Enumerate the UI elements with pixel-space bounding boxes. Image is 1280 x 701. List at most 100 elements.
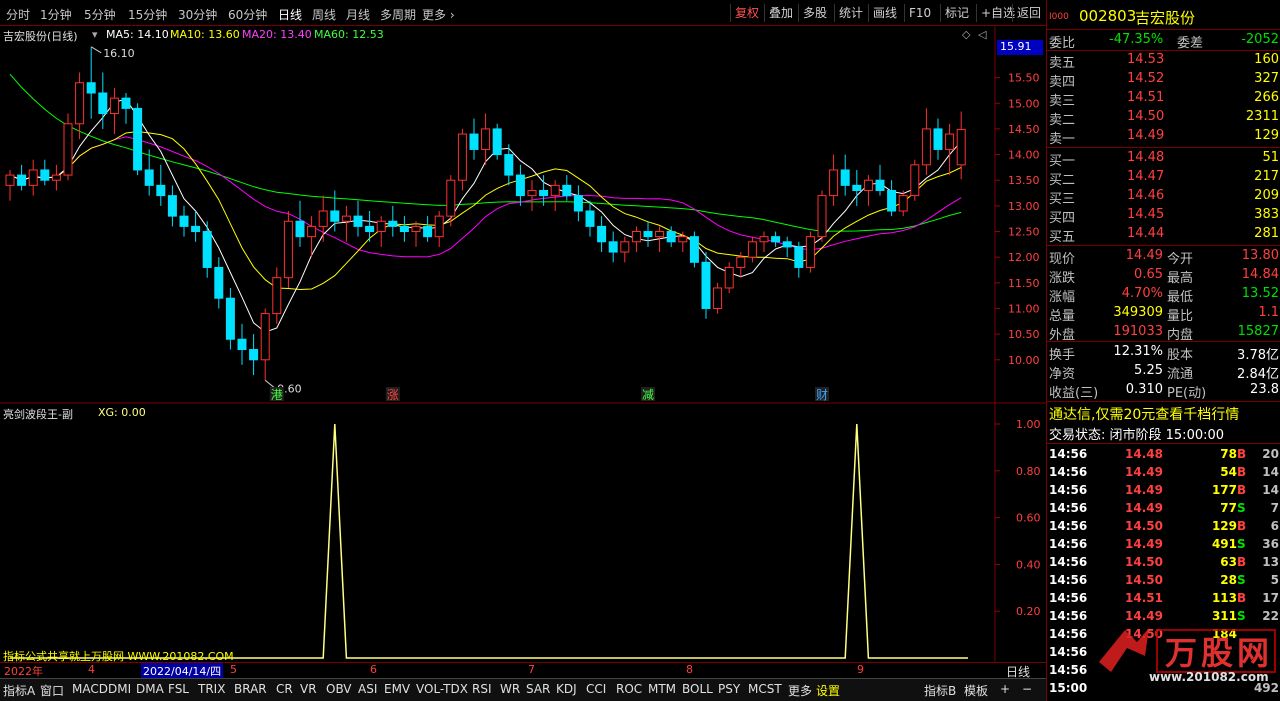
indicator-tab-brar[interactable]: BRAR bbox=[234, 682, 267, 696]
indicator-tab-asi[interactable]: ASI bbox=[358, 682, 377, 696]
ma5-legend: MA5: 14.10 bbox=[106, 28, 169, 41]
period-multi[interactable]: 多周期 bbox=[380, 6, 416, 23]
candle bbox=[167, 185, 177, 227]
bid-level-row[interactable]: 买五 14.44 281 bbox=[1047, 225, 1280, 245]
bid-level-row[interactable]: 买一 14.48 51 bbox=[1047, 149, 1280, 169]
candle bbox=[341, 205, 351, 242]
bid-level-row[interactable]: 买二 14.47 217 bbox=[1047, 168, 1280, 188]
f10-button[interactable]: F10 bbox=[904, 4, 935, 22]
bottom-right-control[interactable]: 指标B bbox=[924, 682, 956, 699]
tick-price: 14.49 bbox=[1125, 501, 1163, 515]
indicator-tab-[interactable]: 窗口 bbox=[40, 682, 64, 699]
price-tick-label: 10.00 bbox=[1008, 354, 1040, 367]
tick-count: 14 bbox=[1262, 483, 1279, 497]
candle bbox=[388, 205, 398, 237]
candle-body bbox=[597, 225, 607, 243]
tick-side: B bbox=[1237, 465, 1247, 479]
indicator-tab-boll[interactable]: BOLL bbox=[682, 682, 713, 696]
indicator-tab-mcst[interactable]: MCST bbox=[748, 682, 782, 696]
indicator-tab-voltdx[interactable]: VOL-TDX bbox=[416, 682, 468, 696]
tick-volume: 63 bbox=[1220, 555, 1237, 569]
indicator-tab-a[interactable]: 指标A bbox=[3, 682, 35, 699]
mark-button[interactable]: 标记 bbox=[940, 4, 973, 22]
indicator-chart[interactable]: 1.00 0.80 0.60 0.40 0.20 亮剑波段王-副 XG: 0.00 指标… bbox=[0, 404, 1046, 663]
ask-level-row[interactable]: 卖三 14.51 266 bbox=[1047, 89, 1280, 109]
candle-body bbox=[504, 154, 514, 176]
indicator-tab-mtm[interactable]: MTM bbox=[648, 682, 676, 696]
stat-value: 14.49 bbox=[1125, 248, 1163, 263]
indicator-tab-trix[interactable]: TRIX bbox=[198, 682, 225, 696]
candle bbox=[5, 169, 15, 201]
event-marker[interactable]: 港 bbox=[271, 388, 283, 402]
settings-toggle-icon[interactable]: ▾ bbox=[92, 28, 98, 41]
indicator-tab-[interactable]: 设置 bbox=[816, 682, 840, 699]
quote-stat-row: 涨跌 0.65 最高 14.84 bbox=[1047, 266, 1280, 286]
indicator-tab-fsl[interactable]: FSL bbox=[168, 682, 189, 696]
fuquan-button[interactable]: 复权 bbox=[730, 4, 763, 22]
kline-chart[interactable]: 15.50 15.00 14.50 14.00 13.50 13.00 12.50 12.00… bbox=[0, 26, 1046, 404]
indicator-tab-psy[interactable]: PSY bbox=[718, 682, 740, 696]
period-15min[interactable]: 15分钟 bbox=[128, 6, 167, 23]
tick-row: 14:56 14.49 54 B 14 bbox=[1047, 463, 1280, 481]
overlay-button[interactable]: 叠加 bbox=[764, 4, 797, 22]
indicator-tab-[interactable]: 更多 bbox=[788, 682, 812, 699]
promo-text[interactable]: 通达信,仅需20元查看千档行情 bbox=[1049, 404, 1239, 424]
back-button[interactable]: 返回 bbox=[1012, 4, 1045, 22]
indicator-tab-cci[interactable]: CCI bbox=[586, 682, 606, 696]
indicator-tab-sar[interactable]: SAR bbox=[526, 682, 550, 696]
indicator-tab-wr[interactable]: WR bbox=[500, 682, 520, 696]
period-60min[interactable]: 60分钟 bbox=[228, 6, 267, 23]
bottom-right-control[interactable]: 模板 bbox=[964, 682, 988, 699]
draw-line-button[interactable]: 画线 bbox=[868, 4, 901, 22]
candle bbox=[272, 267, 282, 324]
candle bbox=[608, 231, 618, 263]
bid-level-row[interactable]: 买四 14.45 383 bbox=[1047, 206, 1280, 226]
candle-body bbox=[353, 215, 363, 227]
promo-row[interactable]: 通达信,仅需20元查看千档行情 bbox=[1047, 404, 1280, 423]
period-5min[interactable]: 5分钟 bbox=[84, 6, 116, 23]
candle-body bbox=[771, 236, 781, 243]
candle-body bbox=[655, 231, 665, 238]
fundamental-value: 2.84亿 bbox=[1237, 367, 1279, 382]
stats-button[interactable]: 统计 bbox=[834, 4, 867, 22]
period-fenshi[interactable]: 分时 bbox=[6, 6, 30, 23]
tick-volume: 311 bbox=[1211, 609, 1237, 623]
period-30min[interactable]: 30分钟 bbox=[178, 6, 217, 23]
xg-line bbox=[10, 423, 968, 659]
candle-body bbox=[469, 133, 479, 150]
event-marker[interactable]: 财 bbox=[816, 388, 828, 402]
indicator-tab-emv[interactable]: EMV bbox=[384, 682, 410, 696]
indicator-tab-macd[interactable]: MACD bbox=[72, 682, 108, 696]
event-marker[interactable]: 减 bbox=[642, 388, 654, 402]
indicator-tab-dmi[interactable]: DMI bbox=[108, 682, 131, 696]
ask-level-row[interactable]: 卖五 14.53 160 bbox=[1047, 51, 1280, 71]
stock-code: 002803 bbox=[1079, 7, 1137, 25]
indicator-tab-dma[interactable]: DMA bbox=[136, 682, 164, 696]
bid-level-row[interactable]: 买三 14.46 209 bbox=[1047, 187, 1280, 207]
quote-stat-row: 外盘 191033 内盘 15827 bbox=[1047, 323, 1280, 343]
period-weekly[interactable]: 周线 bbox=[312, 6, 336, 23]
indicator-tab-roc[interactable]: ROC bbox=[616, 682, 642, 696]
ask-level-row[interactable]: 卖二 14.50 2311 bbox=[1047, 108, 1280, 128]
period-1min[interactable]: 1分钟 bbox=[40, 6, 72, 23]
indicator-tab-cr[interactable]: CR bbox=[276, 682, 293, 696]
candle-body bbox=[365, 225, 375, 233]
fundamental-label: 换手 bbox=[1049, 348, 1076, 363]
diamond-icon[interactable]: ◇ bbox=[962, 28, 970, 41]
multi-stock-button[interactable]: 多股 bbox=[798, 4, 831, 22]
indicator-tab-vr[interactable]: VR bbox=[300, 682, 317, 696]
tick-side: S bbox=[1237, 501, 1246, 515]
indicator-tab-kdj[interactable]: KDJ bbox=[556, 682, 577, 696]
period-more[interactable]: 更多 › bbox=[422, 6, 455, 23]
bottom-right-control[interactable]: − bbox=[1022, 682, 1032, 696]
indicator-tab-rsi[interactable]: RSI bbox=[472, 682, 492, 696]
ask-level-row[interactable]: 卖一 14.49 129 bbox=[1047, 127, 1280, 147]
candle bbox=[643, 221, 653, 247]
indicator-tab-obv[interactable]: OBV bbox=[326, 682, 352, 696]
collapse-icon[interactable]: ◁ bbox=[978, 28, 986, 41]
period-daily[interactable]: 日线 bbox=[278, 6, 302, 23]
period-monthly[interactable]: 月线 bbox=[346, 6, 370, 23]
event-marker[interactable]: 涨 bbox=[387, 387, 399, 402]
ask-level-row[interactable]: 卖四 14.52 327 bbox=[1047, 70, 1280, 90]
bottom-right-control[interactable]: + bbox=[1000, 682, 1010, 696]
